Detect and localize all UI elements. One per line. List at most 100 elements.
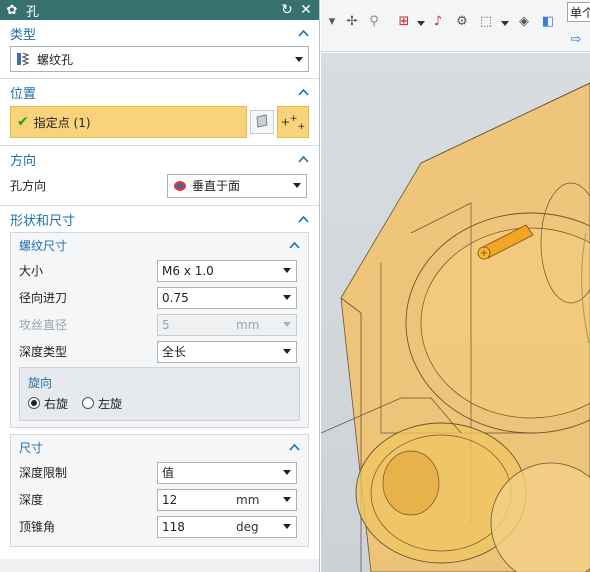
direction-face-icon (172, 179, 188, 193)
model-render (321, 82, 590, 572)
selection-scope-value: 单个 (570, 5, 590, 20)
sketch-plane-button[interactable] (250, 110, 274, 134)
dialog-titlebar: ✿ 孔 ↻ ✕ (0, 0, 319, 20)
chevron-up-icon[interactable] (297, 153, 309, 165)
tip-angle-field[interactable]: 118 deg (157, 515, 297, 538)
dimensions-group: 尺寸 深度限制 值 深度 12 mm 顶锥角 118 deg (10, 434, 309, 547)
thread-size-header[interactable]: 螺纹尺寸 (11, 233, 308, 257)
tip-angle-value: 118 (162, 519, 185, 534)
section-type-title: 类型 (10, 27, 37, 43)
tap-diameter-value: 5 (162, 317, 170, 332)
arrow-right-icon[interactable]: ⇨ (567, 30, 585, 48)
radial-engage-value: 0.75 (162, 290, 189, 305)
gear-icon[interactable]: ✿ (4, 2, 20, 18)
radio-left-label: 左旋 (98, 396, 123, 411)
radio-right-label: 右旋 (44, 396, 69, 411)
radio-left-hand[interactable]: 左旋 (82, 395, 122, 412)
check-icon: ✔ (17, 114, 29, 130)
rectangle-select-icon[interactable]: ⬚ (477, 12, 495, 30)
chevron-up-icon[interactable] (297, 213, 309, 225)
gear-point-icon[interactable]: ⚙ (453, 12, 471, 30)
chevron-down-icon (282, 295, 292, 300)
radio-dot-selected (28, 397, 40, 409)
section-shape-title: 形状和尺寸 (10, 213, 76, 229)
section-direction-title: 方向 (10, 153, 37, 169)
radial-engage-select[interactable]: 0.75 (157, 286, 297, 309)
sketch-plane-icon (255, 113, 269, 131)
filter-icon[interactable]: ⚲ (365, 12, 383, 30)
tap-diameter-label: 攻丝直径 (19, 318, 68, 332)
chevron-up-icon[interactable] (288, 239, 300, 251)
tap-diameter-unit: mm (236, 317, 260, 332)
tap-diameter-field: 5 mm (157, 313, 297, 336)
specify-point-field[interactable]: ✔ 指定点 (1) (10, 106, 247, 138)
chevron-down-icon (282, 349, 292, 354)
thread-size-group: 螺纹尺寸 大小 M6 x 1.0 径向进刀 0.75 攻丝直径 5 mm 深度类… (10, 232, 309, 428)
selection-scope-select[interactable]: 单个 (567, 2, 590, 22)
curve-snap-icon[interactable]: ♪ (429, 12, 447, 30)
dialog-title: 孔 (26, 4, 40, 20)
section-type-header[interactable]: 类型 (0, 20, 319, 46)
depth-unit: mm (236, 492, 260, 507)
section-direction: 方向 孔方向 垂直于面 (0, 146, 319, 206)
hole-direction-value: 垂直于面 (192, 179, 241, 193)
section-position: 位置 ✔ 指定点 (1) +++ (0, 79, 319, 146)
section-shape: 形状和尺寸 螺纹尺寸 大小 M6 x 1.0 径向进刀 0.75 攻丝直径 5 … (0, 206, 319, 559)
chevron-up-icon[interactable] (297, 27, 309, 39)
snap-point-icon[interactable]: ✢ (343, 12, 361, 30)
chevron-up-icon[interactable] (297, 86, 309, 98)
size-label: 大小 (19, 264, 44, 278)
chevron-down-icon[interactable] (282, 524, 292, 529)
rotation-title: 旋向 (28, 375, 53, 390)
depth-field[interactable]: 12 mm (157, 488, 297, 511)
chevron-down-icon[interactable] (417, 16, 425, 26)
chevron-up-icon[interactable] (288, 441, 300, 453)
type-value: 螺纹孔 (37, 52, 74, 67)
section-position-title: 位置 (10, 86, 37, 102)
depth-limit-label: 深度限制 (19, 466, 68, 480)
tip-angle-label: 顶锥角 (19, 520, 56, 534)
size-value: M6 x 1.0 (162, 263, 214, 278)
rotation-group: 旋向 右旋 左旋 (19, 367, 300, 421)
chevron-down-icon (294, 56, 304, 62)
hole-direction-select[interactable]: 垂直于面 (167, 173, 307, 198)
selection-toolbar: ▾ ✢ ⚲ ⊞ ♪ ⚙ ⬚ ◈ ◧ 单个 ⇨ (321, 0, 590, 52)
section-type: 类型 螺纹孔 (0, 20, 319, 79)
point-dialog-button[interactable]: +++ (277, 106, 309, 138)
radio-right-hand[interactable]: 右旋 (28, 395, 68, 412)
dropdown-arrow-icon[interactable]: ▾ (323, 12, 341, 30)
chevron-down-icon (282, 470, 292, 475)
depth-label: 深度 (19, 493, 44, 507)
depth-type-label: 深度类型 (19, 345, 68, 359)
dimensions-header[interactable]: 尺寸 (11, 435, 308, 459)
threaded-hole-icon (15, 51, 31, 67)
radio-dot (82, 397, 95, 409)
hole-dialog: ✿ 孔 ↻ ✕ 类型 螺纹孔 位置 ✔ 指定点 (1) +++ 方向 孔方向 垂… (0, 0, 320, 572)
size-select[interactable]: M6 x 1.0 (157, 259, 297, 282)
chevron-down-icon (282, 268, 292, 273)
chevron-down-icon (282, 322, 292, 327)
cube-view-icon[interactable]: ◧ (539, 12, 557, 30)
section-direction-header[interactable]: 方向 (0, 146, 319, 172)
close-icon[interactable]: ✕ (297, 1, 315, 19)
depth-value: 12 (162, 492, 178, 507)
depth-type-select[interactable]: 全长 (157, 340, 297, 363)
point-on-curve-icon[interactable]: ⊞ (395, 12, 413, 30)
depth-limit-value: 值 (162, 466, 175, 480)
reset-icon[interactable]: ↻ (278, 1, 296, 19)
tip-angle-unit: deg (236, 519, 259, 534)
chevron-down-icon[interactable] (282, 497, 292, 502)
chevron-down-icon[interactable] (501, 16, 509, 26)
hole-direction-label: 孔方向 (10, 179, 47, 193)
section-shape-header[interactable]: 形状和尺寸 (0, 206, 319, 232)
type-select[interactable]: 螺纹孔 (10, 46, 309, 72)
thread-size-title: 螺纹尺寸 (19, 238, 68, 253)
radial-engage-label: 径向进刀 (19, 291, 68, 305)
eraser-icon[interactable]: ◈ (515, 12, 533, 30)
chevron-down-icon (292, 183, 302, 188)
dimensions-title: 尺寸 (19, 440, 44, 455)
section-position-header[interactable]: 位置 (0, 79, 319, 105)
depth-limit-select[interactable]: 值 (157, 461, 297, 484)
graphics-viewport[interactable] (321, 53, 590, 572)
specify-point-label: 指定点 (1) (33, 115, 91, 130)
